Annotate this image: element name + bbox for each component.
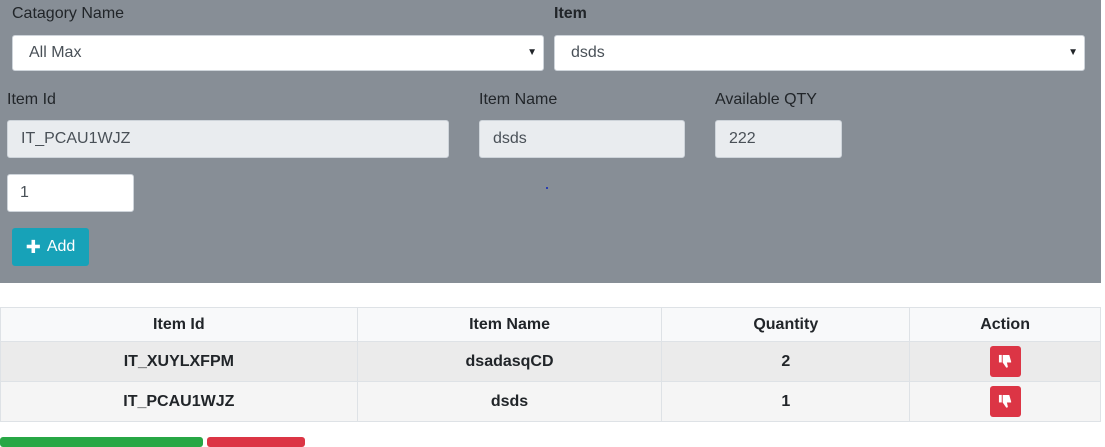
thumbs-down-icon (998, 394, 1011, 408)
available-qty-label: Available QTY (715, 91, 817, 108)
table-row: IT_XUYLXFPM dsadasqCD 2 (0, 341, 1101, 382)
item-label: Item (554, 5, 587, 22)
plus-icon: ✚ (25, 237, 41, 257)
item-form-panel: Catagory Name Item All Max ▼ dsds ▼ Item… (0, 0, 1101, 283)
cell-item-id: IT_PCAU1WJZ (0, 381, 358, 422)
category-select-value: All Max (29, 44, 82, 61)
cell-item-id: IT_XUYLXFPM (0, 341, 358, 382)
table-row: IT_PCAU1WJZ dsds 1 (0, 381, 1101, 422)
item-name-label: Item Name (479, 91, 558, 108)
add-button-label: Add (46, 238, 76, 255)
table-header-row: Item Id Item Name Quantity Action (0, 307, 1101, 342)
column-header-item-name: Item Name (356, 307, 663, 342)
item-name-field: dsds (479, 120, 685, 158)
column-header-quantity: Quantity (661, 307, 911, 342)
items-table: Item Id Item Name Quantity Action IT_XUY… (0, 307, 1101, 422)
delete-row-button[interactable] (989, 346, 1021, 377)
column-header-item-id: Item Id (0, 307, 358, 342)
cell-item-name: dsadasqCD (356, 341, 663, 382)
cell-quantity: 1 (661, 381, 911, 422)
item-id-field: IT_PCAU1WJZ (7, 120, 449, 158)
submit-button[interactable] (0, 437, 203, 447)
cell-item-name: dsds (356, 381, 663, 422)
available-qty-field: 222 (715, 120, 842, 158)
add-button[interactable]: ✚ Add (12, 228, 89, 266)
item-id-label: Item Id (7, 91, 56, 108)
loading-indicator (546, 187, 548, 189)
thumbs-down-icon (998, 354, 1011, 368)
cancel-button[interactable] (207, 437, 305, 447)
category-select[interactable]: All Max ▼ (12, 35, 544, 71)
column-header-action: Action (909, 307, 1101, 342)
cell-action (909, 381, 1101, 422)
caret-down-icon: ▼ (527, 47, 537, 58)
cell-quantity: 2 (661, 341, 911, 382)
delete-row-button[interactable] (989, 386, 1021, 417)
cell-action (909, 341, 1101, 382)
item-select-value: dsds (571, 44, 605, 61)
item-select[interactable]: dsds ▼ (554, 35, 1085, 71)
caret-down-icon: ▼ (1068, 47, 1078, 58)
quantity-input[interactable] (7, 174, 134, 212)
category-label: Catagory Name (12, 5, 125, 22)
